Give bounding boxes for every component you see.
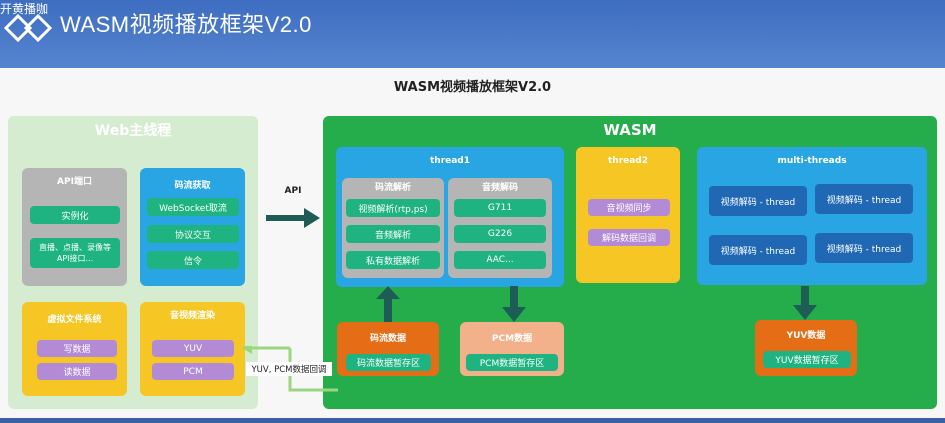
header-title: WASM视频播放框架V2.0 [60,12,312,37]
yuv-buffer-item[interactable]: YUV数据暂存区 [763,351,851,368]
callback-label: YUV, PCM数据回调 [246,362,332,376]
g226-item[interactable]: G226 [454,225,546,243]
aac-item[interactable]: AAC... [454,251,546,269]
private-data-parse-item[interactable]: 私有数据解析 [346,251,440,269]
audio-parse-item[interactable]: 音频解析 [346,225,440,243]
instantiate-item[interactable]: 实例化 [30,206,120,224]
video-decode-thread-3[interactable]: 视频解码 - thread [709,235,807,265]
video-decode-thread-2[interactable]: 视频解码 - thread [815,184,913,214]
video-decode-thread-4[interactable]: 视频解码 - thread [815,233,913,263]
signaling-item[interactable]: 信令 [147,251,239,269]
audio-decode-title: 音频解码 [481,183,518,193]
down-arrow-icon [793,286,817,320]
stream-data-title: 码流数据 [369,334,406,344]
wasm-title: WASM [603,121,657,139]
slide-title: WASM视频播放框架V2.0 [393,79,552,95]
yuv-render-item[interactable]: YUV [152,340,234,357]
pcm-render-item[interactable]: PCM [152,363,234,380]
pcm-data-title: PCM数据 [491,334,533,344]
web-main-thread-title: Web主线程 [94,123,172,139]
thread1-title: thread1 [429,156,471,166]
protocol-item[interactable]: 协议交互 [147,225,239,243]
video-parse-item[interactable]: 视频解析(rtp,ps) [346,199,440,217]
video-decode-thread-1[interactable]: 视频解码 - thread [709,186,807,216]
bottom-bar [0,418,945,423]
stream-parse-title: 码流解析 [374,183,411,193]
av-sync-item[interactable]: 音视频同步 [588,199,670,216]
yuv-data-title: YUV数据 [786,331,826,341]
down-arrow-icon [502,286,526,322]
api-arrow-icon [266,208,320,228]
write-data-item[interactable]: 写数据 [37,340,117,357]
stream-get-title: 码流获取 [174,180,211,191]
pcm-buffer-item[interactable]: PCM数据暂存区 [466,354,558,371]
up-arrow-icon [376,286,400,322]
multi-threads-title: multi-threads [777,156,847,166]
thread2-title: thread2 [607,156,649,166]
stream-buffer-item[interactable]: 码流数据暂存区 [346,354,431,371]
api-arrow-label: API [284,186,302,196]
websocket-item[interactable]: WebSocket取流 [147,198,239,216]
read-data-item[interactable]: 读数据 [37,363,117,380]
av-render-title: 音视频渲染 [169,310,215,321]
api-port-title: API端口 [57,176,92,187]
decode-callback-item[interactable]: 解码数据回调 [588,229,670,246]
vfs-title: 虚拟文件系统 [47,314,102,325]
g711-item[interactable]: G711 [454,199,546,217]
api-interfaces-item[interactable]: 直播、点播、录像等API接口... [30,238,120,268]
